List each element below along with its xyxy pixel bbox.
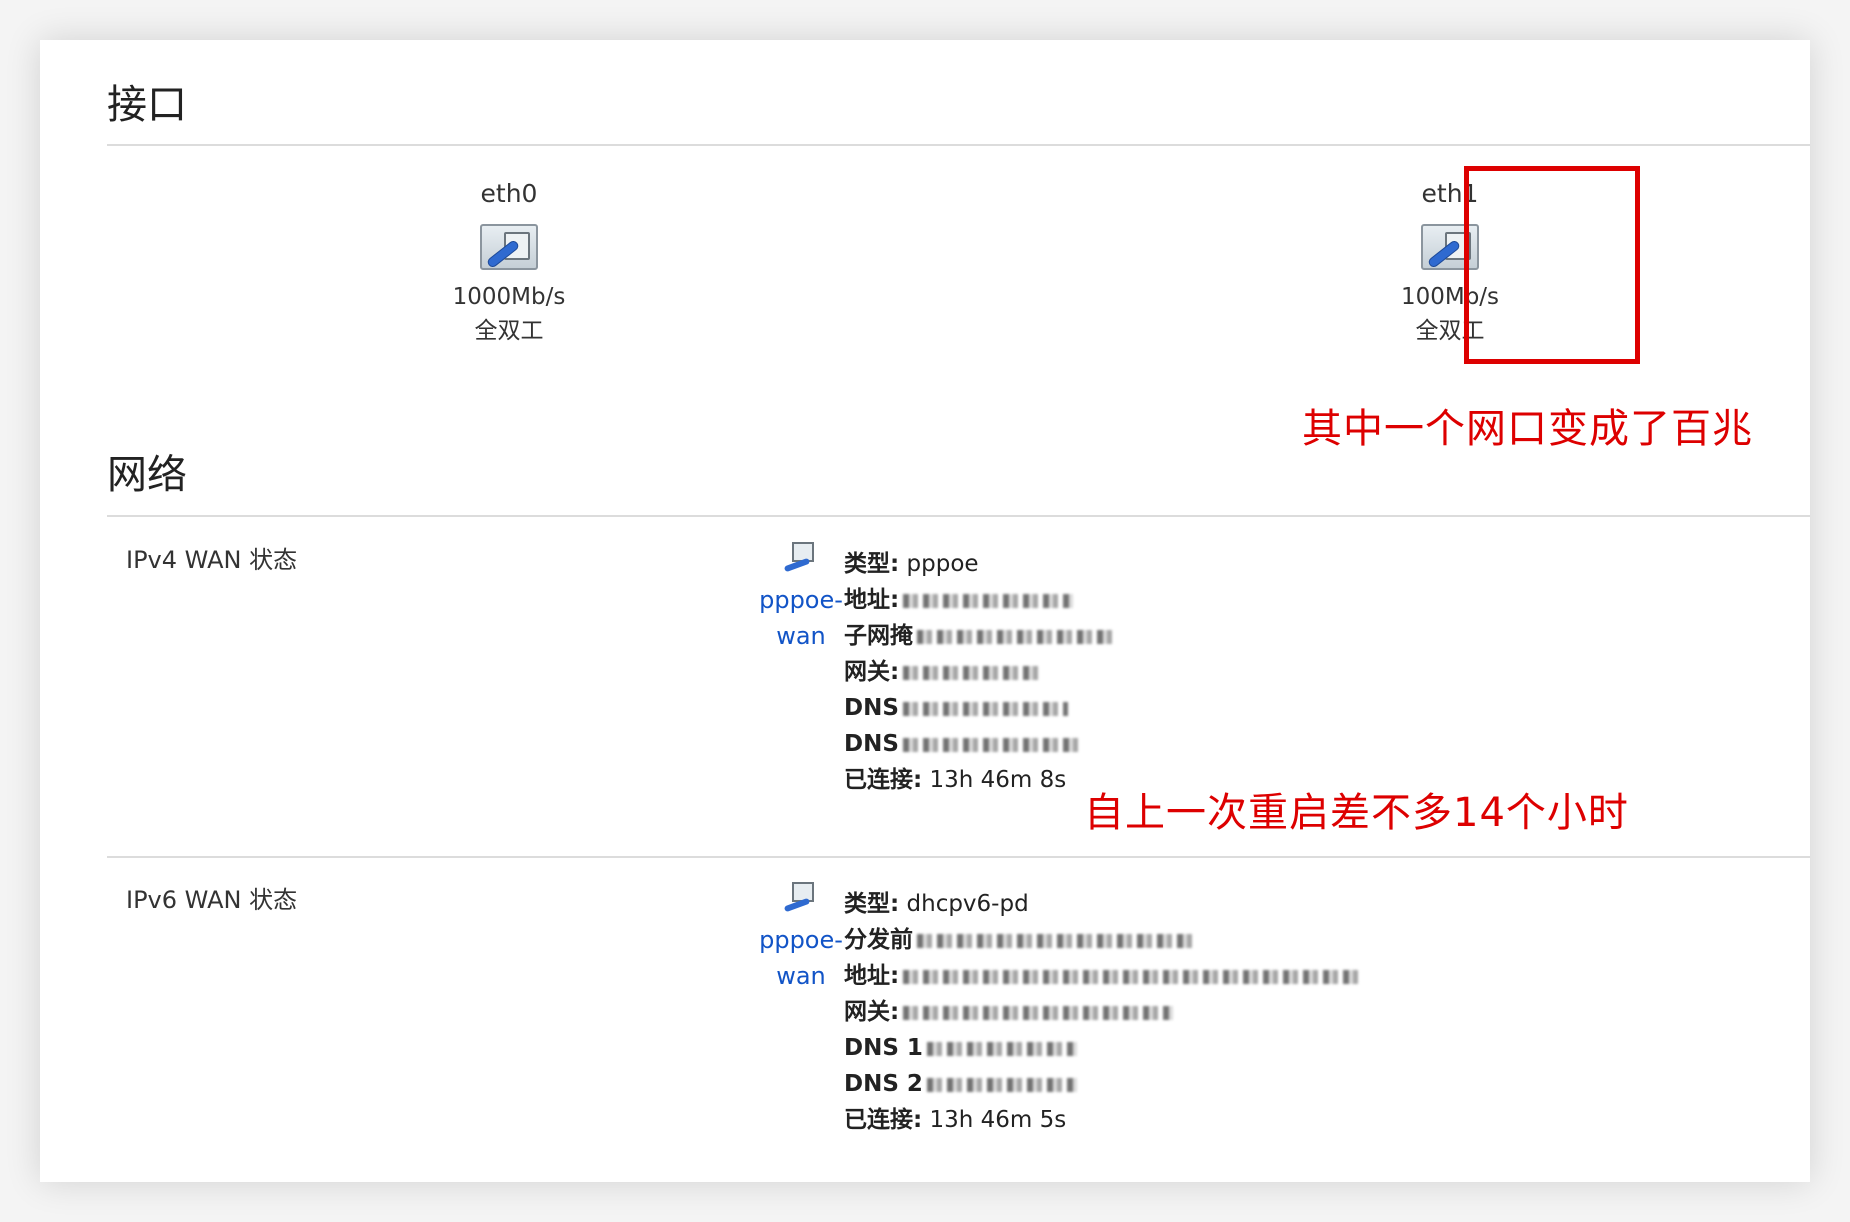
interface-duplex: 全双工	[474, 318, 544, 344]
ipv6-connected: 已连接: 13h 46m 5s	[844, 1107, 1067, 1133]
uptime-annotation: 自上一次重启差不多14个小时	[1084, 790, 1629, 836]
interfaces-divider	[107, 144, 1810, 146]
ipv6-address: 地址:	[844, 958, 1364, 994]
ipv4-type: 类型: pppoe	[844, 551, 979, 577]
ipv6-prefix: 分发前	[844, 922, 1363, 958]
interface-eth0[interactable]: eth0 1000Mb/s 全双工	[379, 176, 639, 348]
ipv4-dns1: DNS	[844, 690, 1117, 726]
ipv6-type: 类型: dhcpv6-pd	[844, 891, 1029, 917]
ipv6-interface-link[interactable]: pppoe-wan	[751, 882, 851, 994]
ipv4-wan-status-label: IPv4 WAN 状态	[126, 546, 298, 574]
ipv4-interface-link[interactable]: pppoe-wan	[751, 542, 851, 654]
port-speed-annotation: 其中一个网口变成了百兆	[1302, 406, 1753, 452]
ipv4-gateway: 网关:	[844, 654, 1117, 690]
eth1-highlight-box	[1464, 166, 1640, 364]
interface-speed: 1000Mb/s	[452, 284, 566, 310]
network-divider	[107, 515, 1810, 517]
ipv4-address: 地址:	[844, 582, 1117, 618]
ipv4-connected: 已连接: 13h 46m 8s	[844, 767, 1067, 793]
ethernet-port-icon	[480, 224, 538, 270]
ipv6-dns1: DNS 1	[844, 1030, 1363, 1066]
ipv4-netmask: 子网掩	[844, 618, 1117, 654]
ipv6-details: 类型: dhcpv6-pd 分发前 地址: 网关: DNS 1 DNS 2 已连…	[844, 886, 1364, 1138]
ipv4-ipv6-divider	[107, 856, 1810, 858]
pppoe-wan-link[interactable]: pppoe-wan	[751, 582, 851, 654]
status-panel: 接口 eth0 1000Mb/s 全双工 eth1 100Mb/s 全双工 其中…	[40, 40, 1810, 1182]
network-section-title: 网络	[107, 452, 187, 498]
ipv6-dns2: DNS 2	[844, 1066, 1363, 1102]
interfaces-section-title: 接口	[107, 82, 187, 128]
network-interface-icon	[783, 882, 818, 914]
pppoe-wan-link[interactable]: pppoe-wan	[751, 922, 851, 994]
ipv6-gateway: 网关:	[844, 994, 1363, 1030]
ipv4-details: 类型: pppoe 地址: 子网掩 网关: DNS DNS 已连接: 13h 4…	[844, 546, 1117, 798]
ipv4-dns2: DNS	[844, 726, 1117, 762]
ipv6-wan-status-label: IPv6 WAN 状态	[126, 886, 298, 914]
network-interface-icon	[783, 542, 818, 574]
interface-name: eth0	[480, 179, 538, 208]
